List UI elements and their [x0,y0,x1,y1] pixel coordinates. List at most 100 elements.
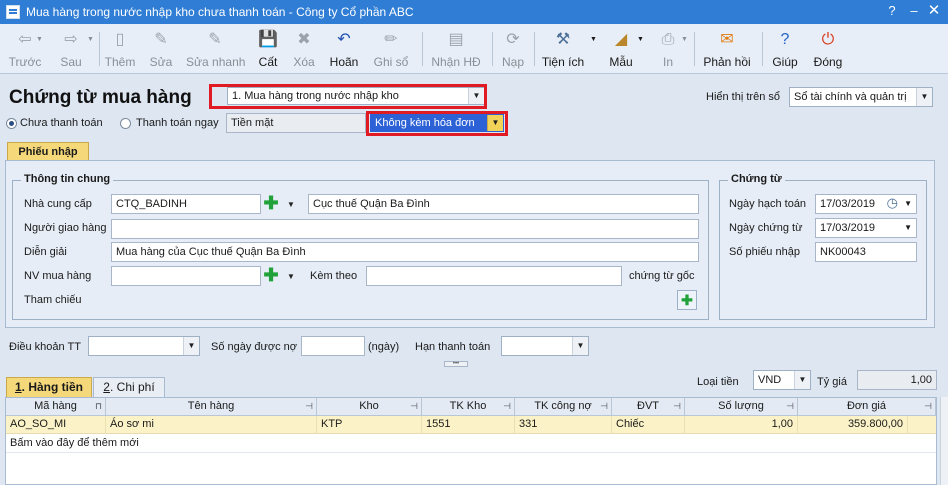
radio-paid-now[interactable] [120,118,131,129]
feedback-button[interactable]: ✉ Phản hồi [702,30,752,69]
pin-icon[interactable]: ⊣ [410,398,418,415]
help-button[interactable]: ? Giúp [770,30,800,69]
table-row[interactable]: AO_SO_MI Áo sơ mi KTP 1551 331 Chiếc 1,0… [6,416,936,434]
posting-date-field[interactable]: 17/03/2019 ◷ ▼ [815,194,917,214]
print-dropdown-icon[interactable]: ▼ [681,36,688,43]
column-header-don-gia[interactable]: Đơn giá ⊣ [798,398,936,416]
radio-unpaid-label[interactable]: Chưa thanh toán [20,117,103,129]
radio-paid-now-label[interactable]: Thanh toán ngay [136,117,219,129]
arrow-right-icon: ⇨ [64,31,78,48]
add-button[interactable]: ▯ Thêm [104,30,136,69]
chevron-down-icon[interactable]: ▼ [794,371,810,389]
exchange-rate-label: Tỷ giá [817,376,847,388]
add-supplier-icon[interactable]: ✚ [262,194,280,213]
chevron-down-icon[interactable]: ▼ [572,337,588,355]
credit-days-field[interactable] [301,336,365,356]
add-new-row[interactable]: Bấm vào đây để thêm mới [6,435,936,453]
delete-icon: ✖ [297,31,311,48]
attach-suffix-label: chứng từ gốc [629,270,695,282]
voucher-date-value: 17/03/2019 [820,222,876,234]
column-header-dvt[interactable]: ĐVT ⊣ [612,398,685,416]
supplier-label: Nhà cung cấp [24,198,92,210]
cell-tk-kho[interactable]: 1551 [422,416,515,434]
goods-grid: Mã hàng ⊓ Tên hàng ⊣ Kho ⊣ TK Kho ⊣ TK công … [5,397,937,485]
close-window-button[interactable]: ✕ [926,3,942,18]
attach-field[interactable] [366,266,622,286]
help-window-button[interactable]: ? [884,4,900,18]
cell-don-gia[interactable]: 359.800,00 [798,416,908,434]
supplier-code-field[interactable]: CTQ_BADINH [111,194,261,214]
cell-kho[interactable]: KTP [317,416,422,434]
chevron-down-icon[interactable]: ▼ [904,195,912,213]
chevron-down-icon[interactable]: ▼ [916,88,932,106]
column-header-kho[interactable]: Kho ⊣ [317,398,422,416]
pin-icon[interactable]: ⊣ [786,398,794,415]
general-info-legend: Thông tin chung [21,173,114,185]
cell-ma-hang[interactable]: AO_SO_MI [6,416,106,434]
pin-icon[interactable]: ⊣ [673,398,681,415]
next-button[interactable]: ⇨ Sau [56,30,86,69]
close-form-button[interactable]: ⏻ Đóng [812,30,844,69]
currency-label: Loại tiền [697,376,739,388]
tab-phieu-nhap[interactable]: Phiếu nhập [7,142,89,161]
reload-button[interactable]: ⟳ Nạp [500,30,526,69]
pin-icon[interactable]: ⊓ [95,398,102,415]
column-header-label: ĐVT [637,400,659,412]
prev-dropdown-icon[interactable]: ▼ [36,36,43,43]
column-header-ten-hang[interactable]: Tên hàng ⊣ [106,398,317,416]
receipt-no-field[interactable]: NK00043 [815,242,917,262]
add-buyer-icon[interactable]: ✚ [262,266,280,285]
payment-terms-select[interactable]: ▼ [88,336,200,356]
post-button[interactable]: ✏ Ghi sổ [372,30,410,69]
grid-scrollbar[interactable] [940,397,948,485]
tab-hang-tien[interactable]: 1. Hàng tiền [6,377,92,397]
pin-icon[interactable]: ⊣ [503,398,511,415]
exchange-rate-field[interactable]: 1,00 [857,370,937,390]
chevron-down-icon[interactable]: ▼ [183,337,199,355]
save-button[interactable]: 💾 Cất [255,30,281,69]
payment-method-field[interactable]: Tiền mặt [226,113,366,133]
edit-button[interactable]: ✎ Sửa [148,30,174,69]
column-header-so-luong[interactable]: Số lượng ⊣ [685,398,798,416]
tab-chi-phi[interactable]: 2. Chi phí [93,377,165,397]
due-date-select[interactable]: ▼ [501,336,589,356]
delete-button[interactable]: ✖ Xóa [292,30,316,69]
buyer-dropdown-icon[interactable]: ▼ [287,272,295,281]
add-reference-icon[interactable]: ✚ [677,290,697,310]
chevron-down-icon[interactable]: ▼ [904,219,912,237]
template-dropdown-icon[interactable]: ▼ [637,36,644,43]
tab-chi-phi-key: 2 [103,380,110,394]
print-button[interactable]: ⎙ In [658,30,678,69]
tools-icon: ⚒ [555,31,571,48]
column-header-tk-kho[interactable]: TK Kho ⊣ [422,398,515,416]
clock-icon[interactable]: ◷ [887,195,898,212]
column-header-tk-cong-no[interactable]: TK công nợ ⊣ [515,398,612,416]
radio-unpaid[interactable] [6,118,17,129]
undo-button[interactable]: ↶ Hoãn [328,30,360,69]
deliverer-field[interactable] [111,219,699,239]
utilities-button[interactable]: ⚒ Tiện ích [540,30,586,69]
supplier-dropdown-icon[interactable]: ▼ [287,200,295,209]
cell-dvt[interactable]: Chiếc [612,416,685,434]
next-dropdown-icon[interactable]: ▼ [87,36,94,43]
template-button[interactable]: ◢ Mẫu [606,30,636,69]
pin-icon[interactable]: ⊣ [600,398,608,415]
receive-invoice-button[interactable]: ▤ Nhận HĐ [430,30,482,69]
voucher-date-field[interactable]: 17/03/2019 ▼ [815,218,917,238]
column-header-ma-hang[interactable]: Mã hàng ⊓ [6,398,106,416]
quick-edit-button[interactable]: ✎ Sửa nhanh [186,30,245,69]
pencil-icon: ✏ [384,31,398,48]
supplier-name-field[interactable]: Cục thuế Quận Ba Đình [308,194,699,214]
pin-icon[interactable]: ⊣ [924,398,932,415]
cell-tk-cong-no[interactable]: 331 [515,416,612,434]
description-field[interactable]: Mua hàng của Cục thuế Quận Ba Đình [111,242,699,262]
splitter-grip[interactable]: ••• [444,361,468,367]
currency-select[interactable]: VND ▼ [753,370,811,390]
cell-ten-hang[interactable]: Áo sơ mi [106,416,317,434]
buyer-field[interactable] [111,266,261,286]
utilities-dropdown-icon[interactable]: ▼ [590,36,597,43]
cell-so-luong[interactable]: 1,00 [685,416,798,434]
display-on-book-select[interactable]: Sổ tài chính và quản trị ▼ [789,87,933,107]
minimize-button[interactable]: – [906,4,922,18]
pin-icon[interactable]: ⊣ [305,398,313,415]
